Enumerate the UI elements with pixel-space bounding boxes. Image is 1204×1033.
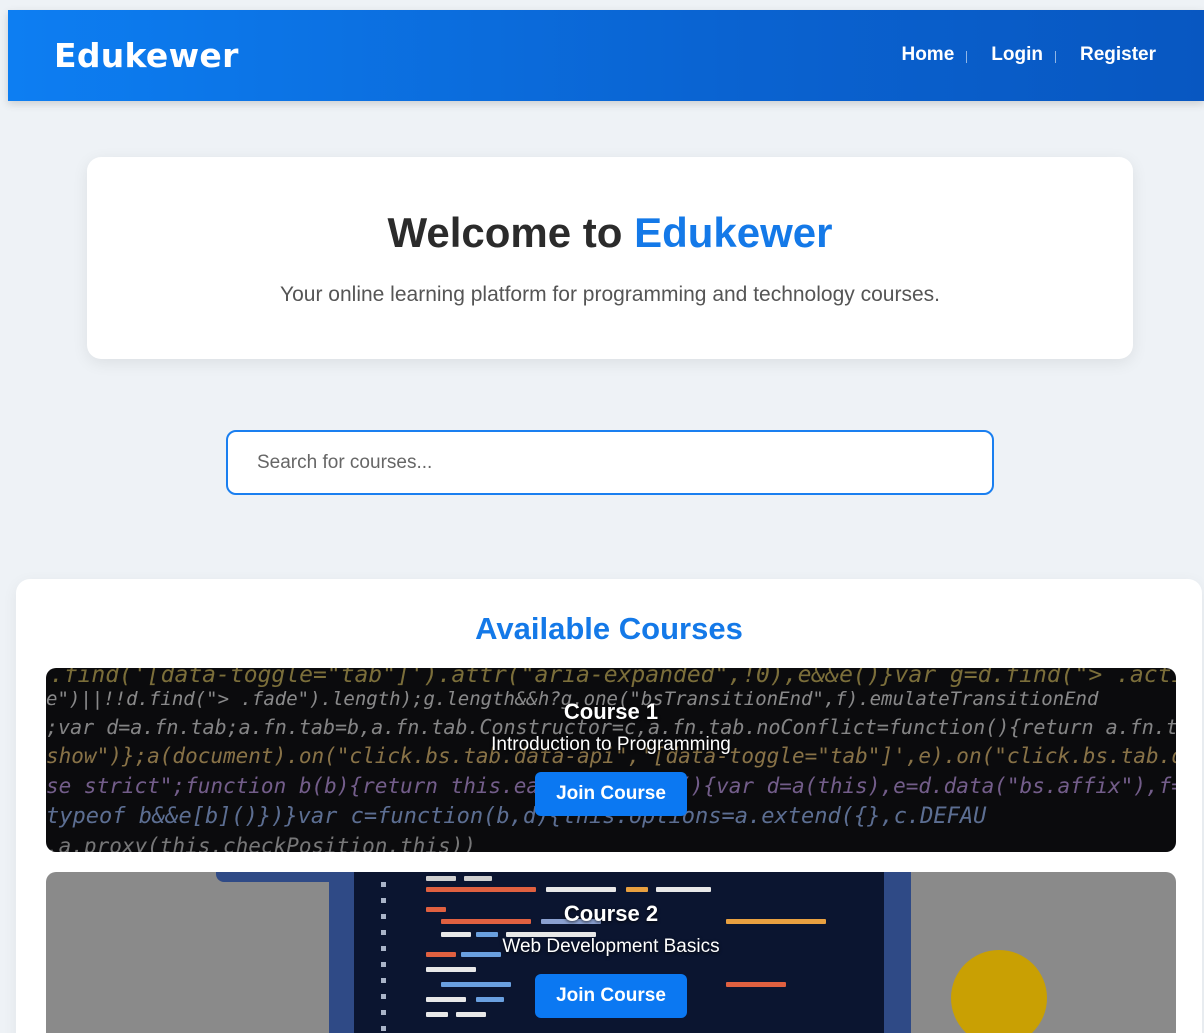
courses-panel: Available Courses j.find('[data-toggle="… (16, 579, 1202, 1033)
welcome-subtitle: Your online learning platform for progra… (280, 283, 940, 306)
nav-login-link[interactable]: Login (991, 44, 1043, 66)
course-1-content: Course 1 Introduction to Programming Joi… (46, 668, 1176, 816)
course-title: Course 1 (563, 699, 659, 724)
main-nav: Home Login Register (901, 44, 1156, 66)
nav-separator (1054, 51, 1056, 63)
welcome-title: Welcome to Edukewer (87, 209, 1133, 257)
join-course-button[interactable]: Join Course (535, 772, 687, 816)
welcome-title-brand: Edukewer (634, 209, 833, 256)
site-logo[interactable]: Edukewer (54, 36, 239, 75)
welcome-title-prefix: Welcome to (387, 209, 635, 256)
join-course-button[interactable]: Join Course (535, 974, 687, 1018)
top-navbar: Edukewer Home Login Register (8, 10, 1204, 101)
nav-home-link[interactable]: Home (901, 44, 954, 66)
course-title: Course 2 (563, 901, 659, 926)
course-card-2: Course 2 Web Development Basics Join Cou… (46, 872, 1176, 1033)
course-card-1: j.find('[data-toggle="tab"]').attr("aria… (46, 668, 1176, 852)
welcome-card: Welcome to Edukewer Your online learning… (87, 157, 1133, 359)
nav-separator (966, 51, 968, 63)
courses-heading: Available Courses (475, 611, 743, 646)
course-description: Introduction to Programming (491, 734, 731, 755)
page: Edukewer Home Login Register Welcome to … (0, 0, 1204, 1033)
course-2-content: Course 2 Web Development Basics Join Cou… (46, 872, 1176, 1018)
course-search-input[interactable] (226, 430, 994, 495)
course-description: Web Development Basics (502, 936, 720, 957)
nav-register-link[interactable]: Register (1080, 44, 1156, 66)
